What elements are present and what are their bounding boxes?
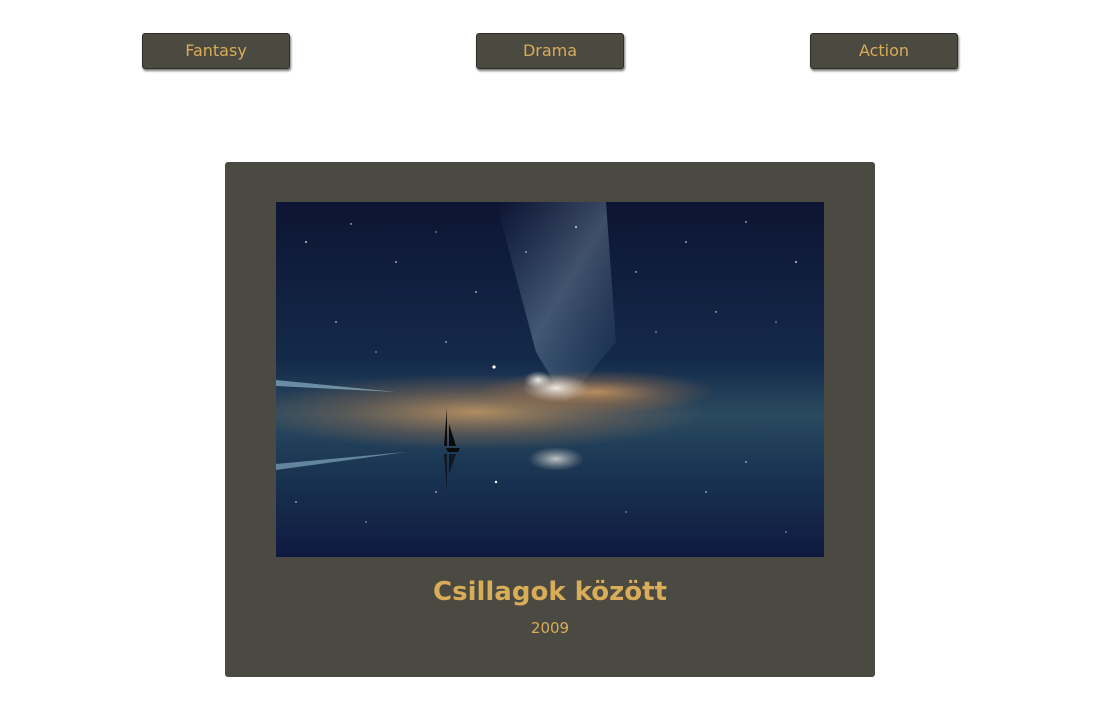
genre-button-drama[interactable]: Drama xyxy=(476,33,624,69)
genre-button-fantasy[interactable]: Fantasy xyxy=(142,33,290,69)
genre-button-action[interactable]: Action xyxy=(810,33,958,69)
movie-title: Csillagok között xyxy=(433,577,667,607)
page: Fantasy Drama Action Csillagok között 20… xyxy=(0,0,1119,701)
movie-card: Csillagok között 2009 xyxy=(225,162,875,677)
movie-year: 2009 xyxy=(530,619,570,637)
movie-poster-image xyxy=(276,202,824,557)
